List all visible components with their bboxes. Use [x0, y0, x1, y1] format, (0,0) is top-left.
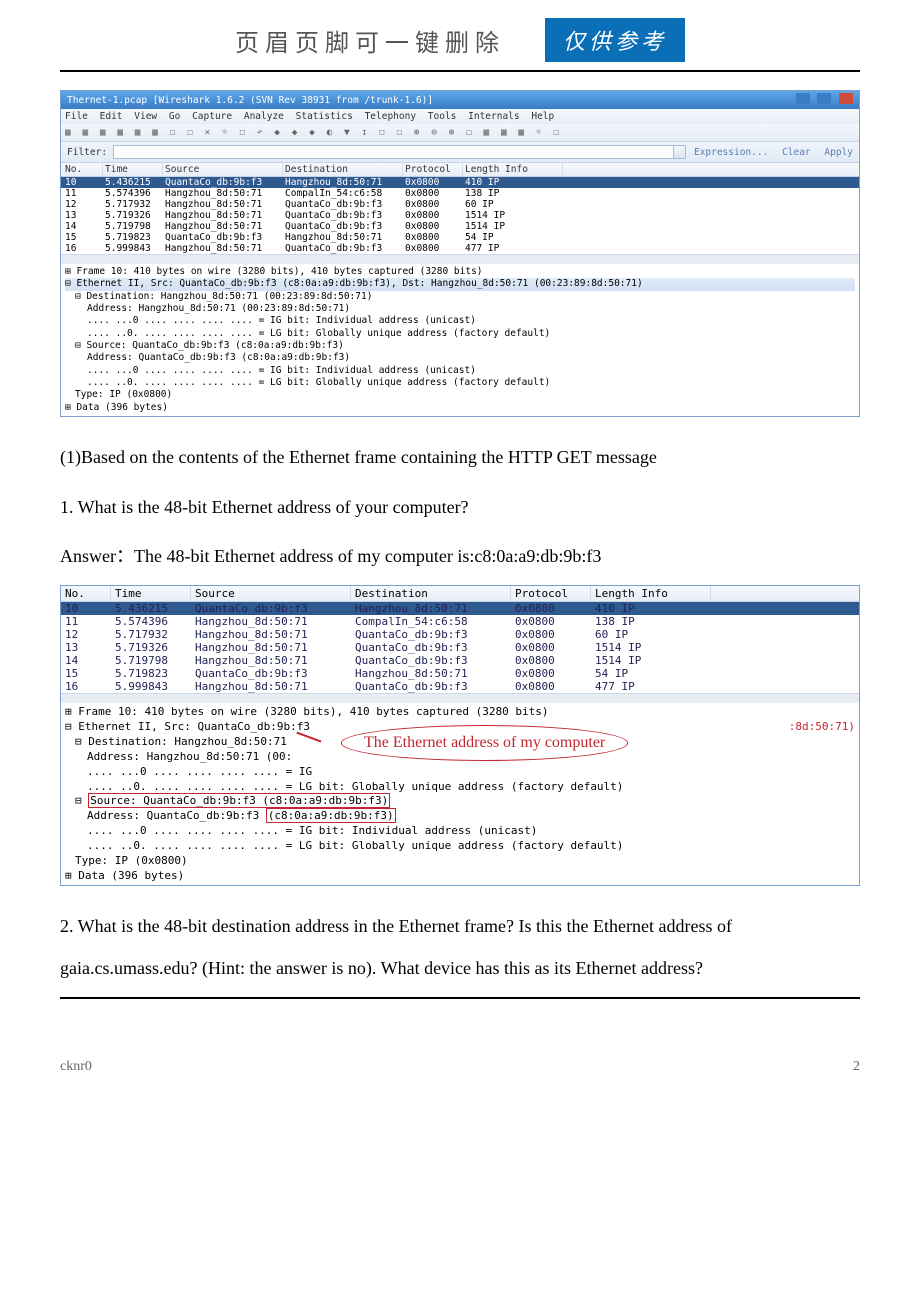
wireshark-window-2: No. Time Source Destination Protocol Len…: [60, 585, 860, 886]
wireshark-window-1: Thernet-1.pcap [Wireshark 1.6.2 (SVN Rev…: [60, 90, 860, 417]
source-highlight: Source: QuantaCo_db:9b:f3 (c8:0a:a9:db:9…: [88, 793, 390, 808]
tree-node[interactable]: ⊞ Frame 10: 410 bytes on wire (3280 bits…: [65, 266, 855, 278]
annotation-callout: The Ethernet address of my computer: [341, 725, 628, 761]
packet-row[interactable]: 145.719798Hangzhou_8d:50:71QuantaCo_db:9…: [61, 654, 859, 667]
answer-1-text: The 48-bit Ethernet address of my comput…: [134, 546, 601, 566]
filter-label: Filter:: [67, 147, 107, 158]
packet-row[interactable]: 115.574396Hangzhou_8d:50:71CompalIn_54:c…: [61, 615, 859, 628]
filter-apply-link[interactable]: Apply: [824, 147, 853, 158]
packet-row[interactable]: 105.436215QuantaCo_db:9b:f3Hangzhou_8d:5…: [61, 602, 859, 615]
answer-1: Answer：The 48-bit Ethernet address of my…: [60, 536, 860, 577]
tree-ig-bit[interactable]: .... ...0 .... .... .... .... = IG: [65, 765, 855, 780]
tree-source[interactable]: ⊟ Source: QuantaCo_db:9b:f3 (c8:0a:a9:db…: [65, 794, 855, 809]
close-icon[interactable]: [839, 93, 853, 104]
h-scrollbar[interactable]: [61, 693, 859, 703]
tree-node[interactable]: Address: QuantaCo_db:9b:f3 (c8:0a:a9:db:…: [65, 352, 855, 364]
menu-internals[interactable]: Internals: [468, 111, 519, 122]
packet-details-tree[interactable]: ⊞ Frame 10: 410 bytes on wire (3280 bits…: [61, 703, 859, 885]
footer-page-number: 2: [853, 1059, 860, 1075]
window-controls: [794, 93, 853, 107]
address-highlight: (c8:0a:a9:db:9b:f3): [266, 808, 396, 823]
window-titlebar[interactable]: Thernet-1.pcap [Wireshark 1.6.2 (SVN Rev…: [61, 91, 859, 109]
tree-node[interactable]: .... ..0. .... .... .... .... = LG bit: …: [65, 328, 855, 340]
packet-row[interactable]: 125.717932Hangzhou_8d:50:71QuantaCo_db:9…: [61, 628, 859, 641]
col-time[interactable]: Time: [103, 163, 163, 176]
menu-edit[interactable]: Edit: [100, 111, 123, 122]
menu-capture[interactable]: Capture: [192, 111, 232, 122]
col-time[interactable]: Time: [111, 586, 191, 601]
tree-node[interactable]: ⊟ Destination: Hangzhou_8d:50:71 (00:23:…: [65, 291, 855, 303]
footer-divider: [60, 997, 860, 999]
tree-node[interactable]: Type: IP (0x0800): [65, 389, 855, 401]
col-source[interactable]: Source: [191, 586, 351, 601]
col-no[interactable]: No.: [61, 586, 111, 601]
menubar: File Edit View Go Capture Analyze Statis…: [61, 109, 859, 124]
tree-node[interactable]: ⊞ Data (396 bytes): [65, 402, 855, 414]
menu-analyze[interactable]: Analyze: [244, 111, 284, 122]
packet-row[interactable]: 135.719326Hangzhou_8d:50:71QuantaCo_db:9…: [61, 210, 859, 221]
menu-view[interactable]: View: [134, 111, 157, 122]
filter-input[interactable]: [113, 145, 674, 159]
filter-dropdown-icon[interactable]: [674, 145, 686, 159]
question-1: 1. What is the 48-bit Ethernet address o…: [60, 487, 860, 528]
tree-ig-bit-2[interactable]: .... ...0 .... .... .... .... = IG bit: …: [65, 824, 855, 839]
tree-type[interactable]: Type: IP (0x0800): [65, 854, 855, 869]
tree-node[interactable]: ⊟ Source: QuantaCo_db:9b:f3 (c8:0a:a9:db…: [65, 340, 855, 352]
minimize-icon[interactable]: [796, 93, 810, 104]
h-scrollbar[interactable]: [61, 254, 859, 264]
menu-help[interactable]: Help: [531, 111, 554, 122]
tree-lg-bit-2[interactable]: .... ..0. .... .... .... .... = LG bit: …: [65, 839, 855, 854]
question-2: 2. What is the 48-bit destination addres…: [60, 906, 860, 989]
packet-row[interactable]: 145.719798Hangzhou_8d:50:71QuantaCo_db:9…: [61, 221, 859, 232]
toolbar[interactable]: ▦ ▦ ▦ ▦ ▦ ▦ ☐ ☐ ✕ ☼ ☐ ↶ ◆ ◆ ◆ ◐ ▼ ↧ ☐ ☐ …: [61, 124, 859, 141]
menu-telephony[interactable]: Telephony: [365, 111, 416, 122]
col-destination[interactable]: Destination: [283, 163, 403, 176]
tree-frame[interactable]: ⊞ Frame 10: 410 bytes on wire (3280 bits…: [65, 705, 855, 720]
col-protocol[interactable]: Protocol: [403, 163, 463, 176]
packet-list[interactable]: 105.436215QuantaCo_db:9b:f3Hangzhou_8d:5…: [61, 602, 859, 693]
packet-row[interactable]: 155.719823QuantaCo_db:9b:f3Hangzhou_8d:5…: [61, 667, 859, 680]
tree-node[interactable]: .... ...0 .... .... .... .... = IG bit: …: [65, 365, 855, 377]
answer-label: Answer：: [60, 546, 134, 566]
packet-row[interactable]: 115.574396Hangzhou_8d:50:71CompalIn_54:c…: [61, 188, 859, 199]
col-destination[interactable]: Destination: [351, 586, 511, 601]
footer-left: cknr0: [60, 1059, 92, 1075]
filter-clear-link[interactable]: Clear: [782, 147, 811, 158]
packet-row[interactable]: 105.436215QuantaCo_db:9b:f3Hangzhou_8d:5…: [61, 177, 859, 188]
tree-node[interactable]: .... ...0 .... .... .... .... = IG bit: …: [65, 315, 855, 327]
reference-badge: 仅供参考: [545, 18, 685, 62]
tree-node[interactable]: ⊟ Ethernet II, Src: QuantaCo_db:9b:f3 (c…: [65, 278, 855, 290]
menu-file[interactable]: File: [65, 111, 88, 122]
packet-row[interactable]: 135.719326Hangzhou_8d:50:71QuantaCo_db:9…: [61, 641, 859, 654]
packet-row[interactable]: 165.999843Hangzhou_8d:50:71QuantaCo_db:9…: [61, 243, 859, 254]
col-no[interactable]: No.: [63, 163, 103, 176]
filter-bar: Filter: Expression... Clear Apply: [61, 141, 859, 163]
packet-row[interactable]: 125.717932Hangzhou_8d:50:71QuantaCo_db:9…: [61, 199, 859, 210]
tree-node[interactable]: .... ..0. .... .... .... .... = LG bit: …: [65, 377, 855, 389]
tree-node[interactable]: Address: Hangzhou_8d:50:71 (00:23:89:8d:…: [65, 303, 855, 315]
col-length-info[interactable]: Length Info: [591, 586, 711, 601]
packet-list[interactable]: 105.436215QuantaCo_db:9b:f3Hangzhou_8d:5…: [61, 177, 859, 254]
maximize-icon[interactable]: [817, 93, 831, 104]
packet-row[interactable]: 165.999843Hangzhou_8d:50:71QuantaCo_db:9…: [61, 680, 859, 693]
tree-data[interactable]: ⊞ Data (396 bytes): [65, 869, 855, 884]
filter-expression-link[interactable]: Expression...: [694, 147, 768, 158]
col-source[interactable]: Source: [163, 163, 283, 176]
packet-details-tree[interactable]: ⊞ Frame 10: 410 bytes on wire (3280 bits…: [61, 264, 859, 416]
tree-src-address[interactable]: Address: QuantaCo_db:9b:f3 (c8:0a:a9:db:…: [65, 809, 855, 824]
tree-lg-bit[interactable]: .... ..0. .... .... .... .... = LG bit: …: [65, 780, 855, 795]
window-title-text: Thernet-1.pcap [Wireshark 1.6.2 (SVN Rev…: [67, 95, 433, 106]
menu-tools[interactable]: Tools: [428, 111, 457, 122]
section-intro: (1)Based on the contents of the Ethernet…: [60, 437, 860, 478]
col-length-info[interactable]: Length Info: [463, 163, 563, 176]
page-header-title: 页眉页脚可一键删除: [235, 23, 505, 58]
col-protocol[interactable]: Protocol: [511, 586, 591, 601]
packet-list-header: No. Time Source Destination Protocol Len…: [61, 163, 859, 177]
header-divider: [60, 70, 860, 72]
menu-statistics[interactable]: Statistics: [296, 111, 353, 122]
packet-row[interactable]: 155.719823QuantaCo_db:9b:f3Hangzhou_8d:5…: [61, 232, 859, 243]
packet-list-header: No. Time Source Destination Protocol Len…: [61, 586, 859, 602]
menu-go[interactable]: Go: [169, 111, 180, 122]
